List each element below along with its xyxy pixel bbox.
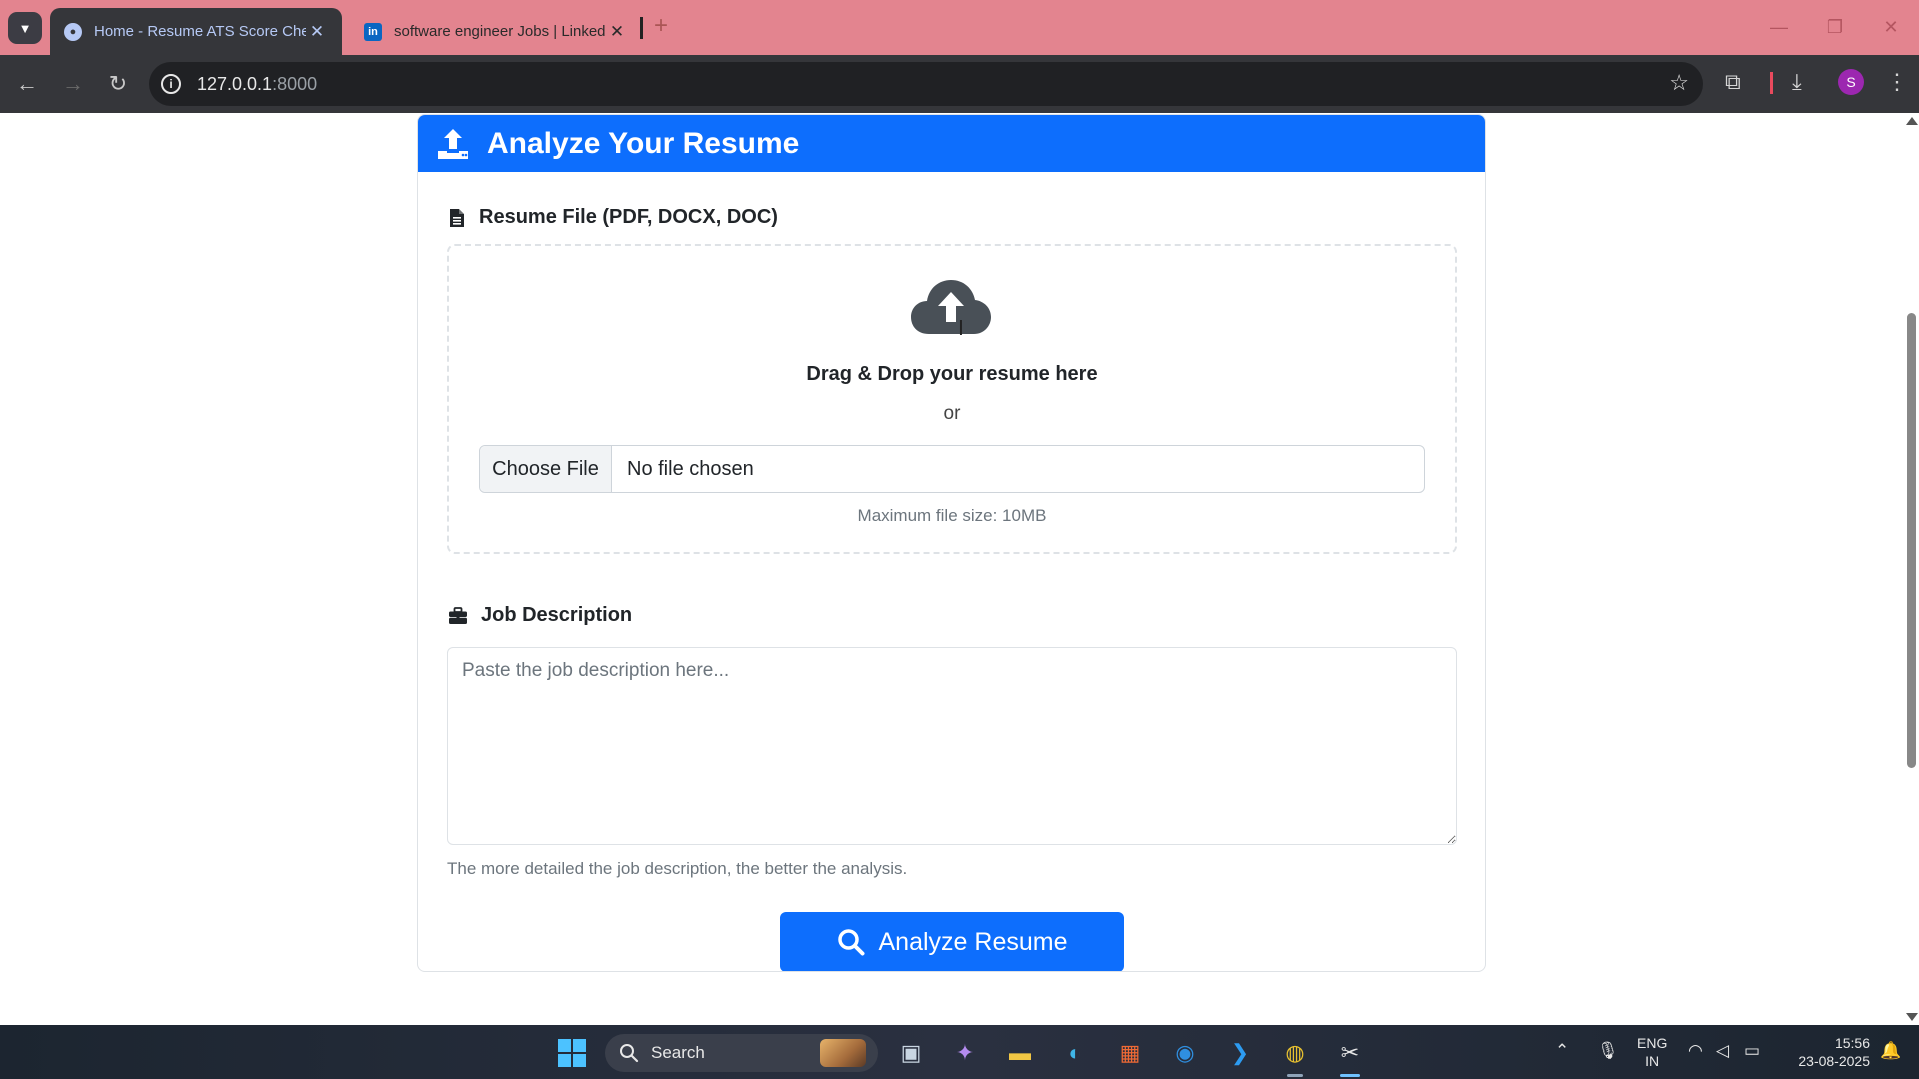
- site-info-icon[interactable]: i: [161, 74, 181, 94]
- text-cursor-icon: I: [958, 316, 964, 340]
- page-viewport: Analyze Your Resume Resume File (PDF, DO…: [0, 113, 1903, 1025]
- job-description-label-text: Job Description: [481, 604, 633, 626]
- browser-toolbar: ← → ↻ i 127.0.0.1:8000 ☆ ⧉ ⤓ S ⋮: [0, 55, 1919, 113]
- resume-file-label: Resume File (PDF, DOCX, DOC): [447, 206, 778, 229]
- profile-avatar[interactable]: S: [1838, 69, 1864, 95]
- cloud-upload-icon: [911, 280, 991, 334]
- back-icon[interactable]: ←: [12, 69, 42, 99]
- reload-icon[interactable]: ↻: [103, 69, 133, 99]
- bookmark-star-icon[interactable]: ☆: [1669, 70, 1689, 96]
- tab-resume-ats[interactable]: ● Home - Resume ATS Score Che ✕: [50, 8, 342, 55]
- job-description-help: The more detailed the job description, t…: [447, 859, 908, 878]
- file-explorer-icon[interactable]: ▬: [1001, 1034, 1039, 1072]
- job-description-label: Job Description: [447, 604, 632, 627]
- browser-menu-icon[interactable]: ⋮: [1886, 69, 1908, 95]
- toolbar-divider: [1770, 72, 1773, 94]
- edge-icon[interactable]: ◐: [1056, 1034, 1094, 1072]
- tab-title: Home - Resume ATS Score Che: [94, 23, 306, 40]
- taskbar-search[interactable]: Search: [605, 1034, 878, 1072]
- restore-icon[interactable]: ❐: [1807, 0, 1863, 55]
- snipping-tool-icon[interactable]: ✂: [1331, 1034, 1369, 1072]
- volume-icon[interactable]: ◁: [1716, 1041, 1729, 1061]
- task-view-icon[interactable]: ▣: [892, 1034, 930, 1072]
- microsoft-store-icon[interactable]: ▦: [1111, 1034, 1149, 1072]
- analyze-resume-label: Analyze Resume: [878, 927, 1068, 956]
- wifi-icon[interactable]: ◠: [1688, 1041, 1703, 1061]
- close-tab-icon[interactable]: ✕: [306, 22, 328, 42]
- tab-linkedin-jobs[interactable]: in software engineer Jobs | Linked ✕: [350, 8, 642, 55]
- battery-icon[interactable]: ▭: [1744, 1041, 1760, 1061]
- resume-file-label-text: Resume File (PDF, DOCX, DOC): [479, 206, 778, 228]
- globe-favicon-icon: ●: [64, 22, 82, 41]
- window-controls: — ❐ ✕: [1751, 0, 1919, 55]
- max-file-size-note: Maximum file size: 10MB: [857, 506, 1047, 525]
- page-scrollbar[interactable]: [1903, 113, 1919, 1025]
- tab-separator: [640, 17, 643, 39]
- choose-file-button[interactable]: Choose File: [480, 446, 612, 492]
- forward-icon[interactable]: →: [58, 69, 88, 99]
- copilot-icon[interactable]: ✦: [946, 1034, 984, 1072]
- dropzone-or: or: [943, 403, 961, 424]
- microphone-icon[interactable]: 🎙: [1597, 1041, 1619, 1061]
- briefcase-icon: [449, 606, 467, 624]
- address-bar[interactable]: i 127.0.0.1:8000 ☆: [149, 62, 1703, 106]
- show-hidden-icons-chevron-icon[interactable]: ⌃: [1555, 1041, 1569, 1061]
- windows-start-icon[interactable]: [553, 1034, 591, 1072]
- resume-file-input[interactable]: Choose File No file chosen: [479, 445, 1425, 493]
- taskbar-search-label: Search: [651, 1043, 705, 1062]
- input-language[interactable]: ENG IN: [1637, 1034, 1667, 1070]
- snipping-active-indicator: [1340, 1074, 1360, 1077]
- linkedin-favicon-icon: in: [364, 22, 382, 41]
- close-tab-icon[interactable]: ✕: [606, 22, 628, 42]
- chrome-icon[interactable]: ◍: [1276, 1034, 1314, 1072]
- upload-icon: [438, 128, 468, 159]
- page-title: Analyze Your Resume: [487, 126, 800, 160]
- tab-title: software engineer Jobs | Linked: [394, 23, 606, 40]
- chrome-running-indicator: [1287, 1074, 1303, 1077]
- tab-search-chevron-icon[interactable]: ▼: [8, 12, 42, 44]
- lang-code: ENG: [1637, 1035, 1668, 1051]
- file-status-text: No file chosen: [627, 457, 754, 480]
- clock-time: 15:56: [1834, 1035, 1870, 1051]
- lang-region: IN: [1645, 1053, 1660, 1069]
- search-icon: [837, 929, 864, 956]
- analyze-card: Analyze Your Resume Resume File (PDF, DO…: [417, 114, 1486, 972]
- card-header: Analyze Your Resume: [418, 115, 1485, 172]
- analyze-resume-button[interactable]: Analyze Resume: [780, 912, 1124, 971]
- minimize-icon[interactable]: —: [1751, 0, 1807, 55]
- scroll-thumb[interactable]: [1907, 313, 1916, 768]
- job-description-textarea[interactable]: [447, 647, 1457, 845]
- window-close-icon[interactable]: ✕: [1863, 0, 1919, 55]
- notifications-icon[interactable]: 🔔: [1880, 1041, 1901, 1061]
- resume-dropzone[interactable]: Drag & Drop your resume here or Choose F…: [447, 244, 1457, 554]
- new-tab-icon[interactable]: +: [654, 12, 668, 40]
- taskbar-clock[interactable]: 15:56 23-08-2025: [1788, 1034, 1870, 1070]
- downloads-icon[interactable]: ⤓: [1792, 69, 1802, 95]
- clock-date: 23-08-2025: [1798, 1053, 1870, 1069]
- search-icon: [620, 1044, 639, 1063]
- dell-icon[interactable]: ◉: [1166, 1034, 1204, 1072]
- search-highlight-image: [820, 1039, 866, 1067]
- url-text: 127.0.0.1:8000: [197, 74, 318, 94]
- vscode-icon[interactable]: ❯: [1221, 1034, 1259, 1072]
- dropzone-title: Drag & Drop your resume here: [806, 363, 1098, 385]
- file-icon: [450, 208, 464, 227]
- browser-tab-strip: ▼ ● Home - Resume ATS Score Che ✕ in sof…: [0, 0, 1919, 55]
- scroll-down-icon[interactable]: [1906, 1013, 1918, 1021]
- os-taskbar: Search ▣ ✦ ▬ ◐ ▦ ◉ ❯ ◍ ✂ ⌃ 🎙 ENG IN ◠ ◁ …: [0, 1025, 1919, 1079]
- scroll-up-icon[interactable]: [1906, 117, 1918, 125]
- extensions-icon[interactable]: ⧉: [1725, 69, 1741, 95]
